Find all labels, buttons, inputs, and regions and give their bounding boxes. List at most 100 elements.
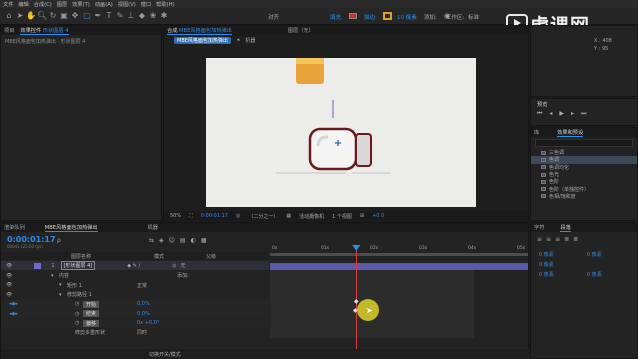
layer-duration-bar[interactable] xyxy=(270,263,528,270)
stopwatch-icon[interactable]: ◷ xyxy=(75,311,79,317)
indent-right[interactable]: 0 像素 xyxy=(587,251,602,258)
workspace-value[interactable]: 标准 xyxy=(468,13,479,21)
zoom-tool-icon[interactable]: 🔍︎ xyxy=(37,11,47,21)
rotate-tool-icon[interactable]: ↻ xyxy=(48,11,58,21)
property-value[interactable]: 0.0% xyxy=(137,301,150,307)
camera-dropdown[interactable]: 活动摄像机 xyxy=(299,213,324,220)
first-frame-icon[interactable]: ⏮ xyxy=(537,110,542,118)
justify-icon[interactable]: ≣ xyxy=(564,236,569,243)
work-area-bar[interactable] xyxy=(270,253,528,256)
resolution-dropdown[interactable]: （二分之一） xyxy=(248,213,278,220)
menu-item[interactable]: 效果(T) xyxy=(72,1,90,8)
shy-icon[interactable]: ☺ xyxy=(169,237,175,244)
stroke-width-value[interactable]: 10 像素 xyxy=(397,13,417,21)
effect-list-item[interactable]: 色光 xyxy=(531,171,637,178)
roto-brush-tool-icon[interactable]: ❀ xyxy=(148,11,158,21)
layer-row[interactable]: 👁︎ 1 [形状图层 4] ◆ ✎ ∕ ◎ 无 xyxy=(1,261,269,270)
property-row[interactable]: ◷ 偏移 0x +0.0° xyxy=(1,318,269,328)
tab-library[interactable]: 库 xyxy=(534,129,539,136)
selection-tool-icon[interactable]: ➤ xyxy=(15,11,25,21)
timeline-timecode[interactable]: 0:00:01:17 xyxy=(7,235,56,244)
stroke-swatch[interactable] xyxy=(383,12,392,20)
draft-3d-icon[interactable]: ◈ xyxy=(159,237,164,244)
motion-blur-icon[interactable]: ◐ xyxy=(191,237,196,244)
indent-first[interactable]: 0 像素 xyxy=(539,261,554,268)
align-left-icon[interactable]: ≡ xyxy=(537,236,542,243)
home-icon[interactable]: ⌂ xyxy=(4,11,14,21)
menu-item[interactable]: 文件 xyxy=(3,1,13,8)
justify-all-icon[interactable]: ≣ xyxy=(573,236,578,243)
space-before[interactable]: 0 像素 xyxy=(539,271,554,278)
puppet-tool-icon[interactable]: ✱ xyxy=(159,11,169,21)
menu-item[interactable]: 视图(V) xyxy=(118,1,136,8)
expand-arrow-icon[interactable]: ▾ xyxy=(59,282,62,288)
property-row[interactable]: ▾ 内容 添加: 👁︎ xyxy=(1,271,269,280)
snapshot-icon[interactable]: ◎ xyxy=(236,213,240,219)
pen-tool-icon[interactable]: ✒ xyxy=(93,11,103,21)
play-icon[interactable]: ▶ xyxy=(559,110,564,118)
menu-item[interactable]: 帮助(H) xyxy=(156,1,174,8)
frame-blend-icon[interactable]: ▤ xyxy=(180,237,186,244)
tab-effects-presets[interactable]: 效果和预设 xyxy=(557,129,584,137)
effect-list-item[interactable]: 色阶（单独控件） xyxy=(531,185,637,193)
menu-item[interactable]: 动画(A) xyxy=(95,1,113,8)
clone-stamp-tool-icon[interactable]: ⊥ xyxy=(126,11,136,21)
layer-switches[interactable]: ◆ ✎ ∕ xyxy=(127,263,140,269)
stopwatch-icon[interactable]: ◷ xyxy=(75,320,79,326)
comp-canvas[interactable] xyxy=(206,58,476,207)
views-dropdown[interactable]: 1 个视图 xyxy=(332,213,352,220)
breadcrumb-comp[interactable]: MBE风格面包加热弹出 xyxy=(174,36,231,44)
indent-left[interactable]: 0 像素 xyxy=(539,251,554,258)
toggle-switches-modes[interactable]: 切换开关/模式 xyxy=(149,351,181,358)
exposure-value[interactable]: +0.0 xyxy=(372,213,384,219)
tab-paragraph[interactable]: 段落 xyxy=(560,224,571,232)
effects-search-input[interactable] xyxy=(535,139,633,147)
zoom-dropdown[interactable]: 50% xyxy=(170,213,181,219)
tab-effect-controls[interactable]: 效果控件 形状图层 4 xyxy=(20,27,69,35)
next-frame-icon[interactable]: ▸ xyxy=(571,110,574,118)
tab-project[interactable]: 项目 xyxy=(4,27,14,34)
expand-arrow-icon[interactable]: ▾ xyxy=(51,273,54,279)
fill-swatch[interactable] xyxy=(349,13,357,19)
fit-icon[interactable]: ⛶ xyxy=(189,213,193,219)
tab-render-queue[interactable]: 渲染队列 xyxy=(4,224,25,231)
prev-frame-icon[interactable]: ◂ xyxy=(549,110,552,118)
menu-item[interactable]: 编辑 xyxy=(18,1,28,8)
property-row[interactable]: ▾ 修剪路径 1 👁︎ xyxy=(1,290,269,299)
property-value[interactable]: 同时 xyxy=(137,329,147,336)
eraser-tool-icon[interactable]: ◆ xyxy=(137,11,147,21)
graph-editor-icon[interactable]: ▦ xyxy=(201,237,207,244)
fill-label[interactable]: 填充: xyxy=(330,13,343,21)
align-center-icon[interactable]: ≡ xyxy=(546,236,551,243)
hand-tool-icon[interactable]: ✋ xyxy=(26,11,36,21)
menu-item[interactable]: 合成(C) xyxy=(34,1,52,8)
property-extra[interactable]: 添加: xyxy=(177,272,189,279)
stopwatch-icon[interactable]: ◷ xyxy=(75,301,79,307)
menu-item[interactable]: 窗口 xyxy=(141,1,151,8)
property-row[interactable]: ◷ 开始 0.0% ◂◆▸ xyxy=(1,299,269,309)
keyframe-navigator-icon[interactable]: ◂◆▸ xyxy=(9,311,18,317)
region-icon[interactable]: ▦ xyxy=(286,213,291,219)
timeline-search-input[interactable]: ρ xyxy=(57,237,117,245)
effect-list-item[interactable]: 色调 xyxy=(531,156,637,164)
visibility-eye-icon[interactable]: 👁︎ xyxy=(6,282,12,288)
label-color-swatch[interactable] xyxy=(34,262,42,269)
property-value[interactable]: 0.0% xyxy=(137,311,150,317)
breadcrumb-child[interactable]: 机器 xyxy=(245,37,255,44)
keyframe-navigator-icon[interactable]: ◂◆▸ xyxy=(9,301,18,307)
effect-list-item[interactable]: 三色调 xyxy=(531,149,637,156)
pan-behind-tool-icon[interactable]: ✥ xyxy=(70,11,80,21)
effect-list-item[interactable]: 色相/饱和度 xyxy=(531,193,637,200)
stroke-label[interactable]: 描边: xyxy=(364,13,377,21)
comp-timecode[interactable]: 0:00:01:17 xyxy=(201,213,228,219)
visibility-eye-icon[interactable]: 👁︎ xyxy=(6,292,12,298)
visibility-eye-icon[interactable]: 👁︎ xyxy=(6,263,12,269)
add-label[interactable]: 添加: xyxy=(424,13,437,21)
tab-layer[interactable]: 图层（无） xyxy=(288,27,314,34)
last-frame-icon[interactable]: ⏭ xyxy=(581,110,586,118)
brush-tool-icon[interactable]: ✎ xyxy=(115,11,125,21)
grid-icon[interactable]: ⊞ xyxy=(360,213,364,219)
tab-composition[interactable]: 合成 MBE风格面包加热弹出 xyxy=(167,27,232,35)
layer-name[interactable]: [形状图层 4] xyxy=(60,261,96,270)
property-row[interactable]: ◷ 结束 0.0% ◂◆▸ xyxy=(1,309,269,318)
